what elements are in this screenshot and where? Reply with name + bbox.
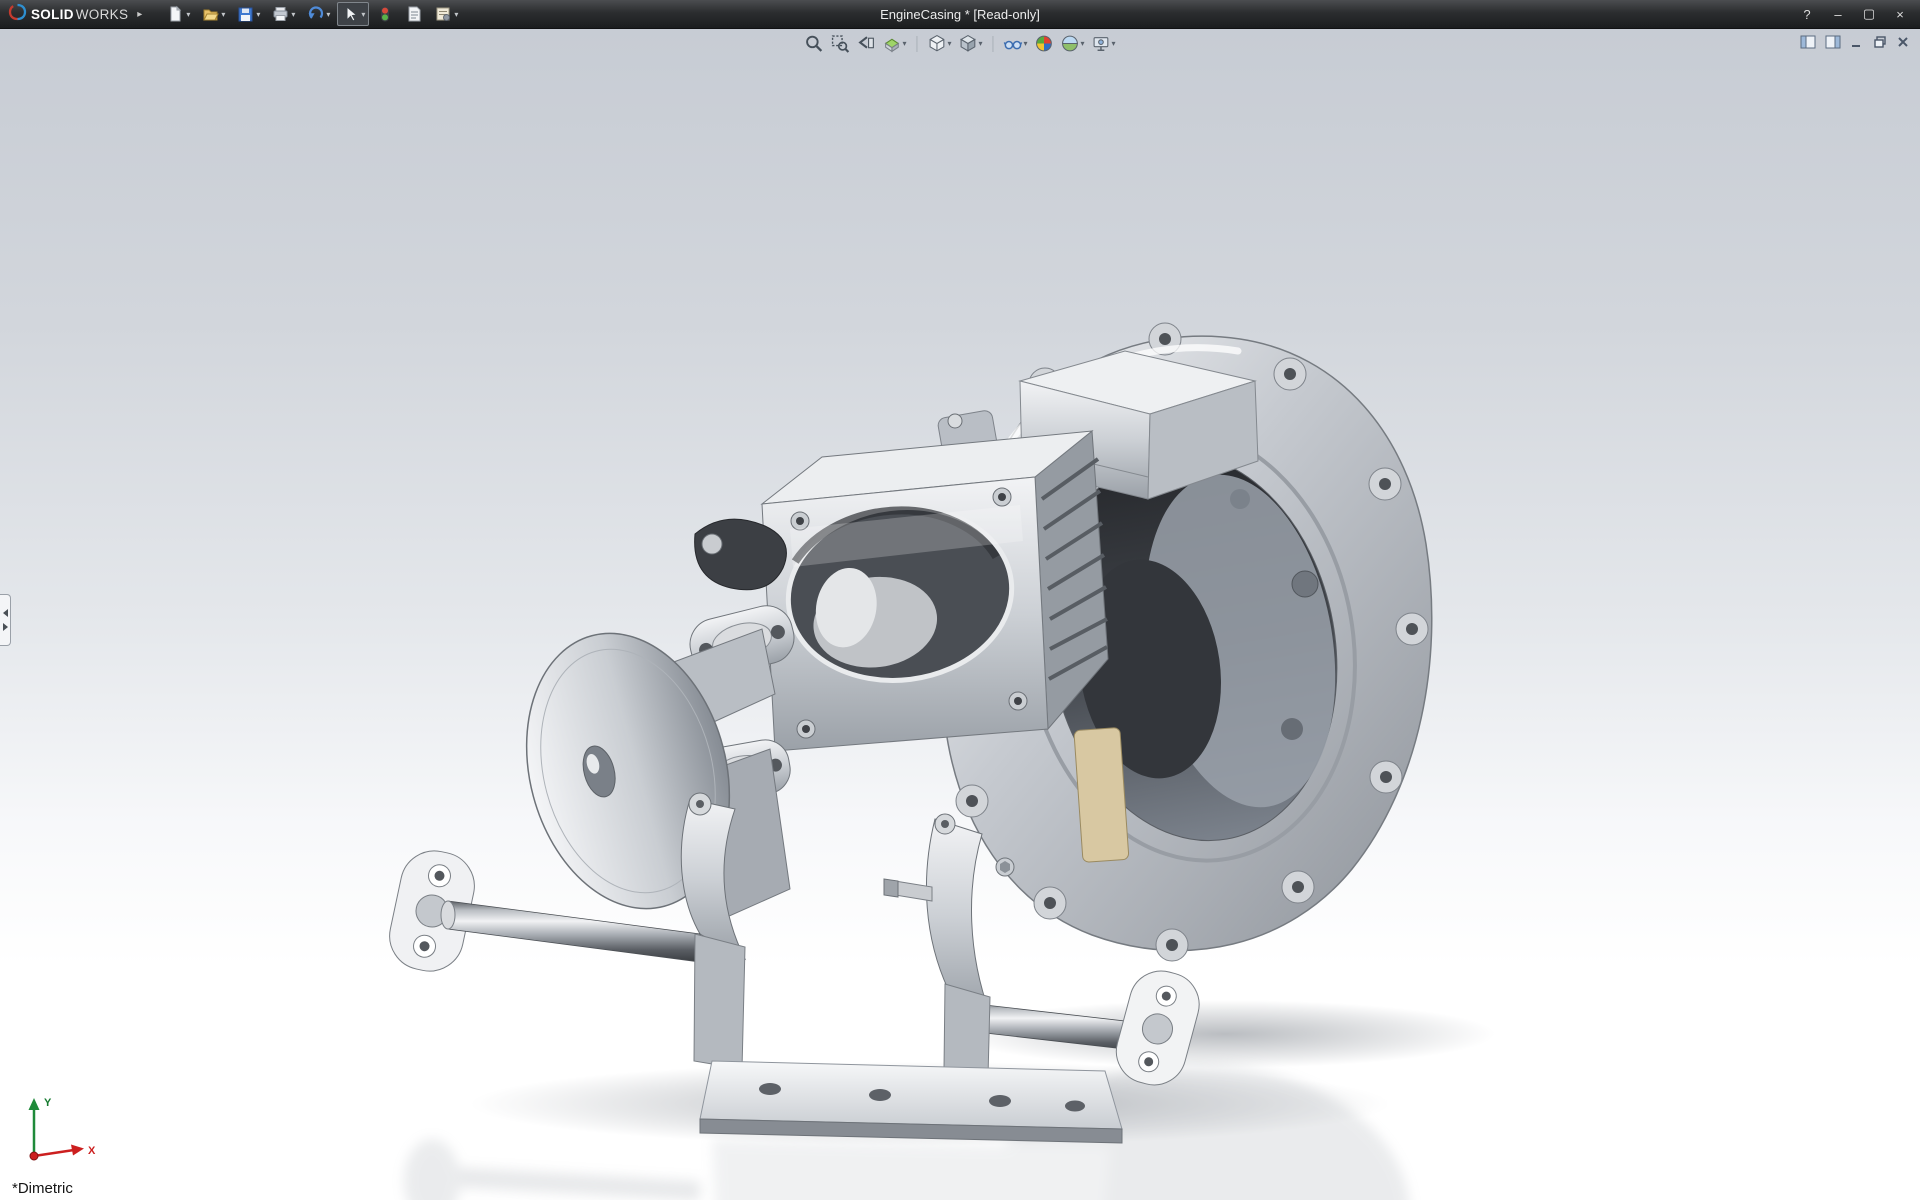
view-settings-icon [1092, 34, 1111, 53]
view-orientation-button[interactable]: ▾ [927, 34, 951, 53]
open-folder-icon [201, 5, 219, 23]
view-settings-button[interactable]: ▾ [1092, 34, 1116, 53]
hide-show-items-dropdown[interactable]: ▾ [1024, 39, 1028, 48]
section-view-dropdown[interactable]: ▾ [902, 39, 906, 48]
main-toolbar: ▾ ▾ ▾ [162, 2, 462, 26]
menu-expand-arrow[interactable]: ▸ [137, 9, 142, 20]
close-document-button[interactable] [1896, 35, 1910, 49]
zoom-to-fit-button[interactable] [804, 34, 823, 53]
select-button[interactable]: ▾ [337, 2, 369, 26]
zoom-to-fit-icon [804, 34, 823, 53]
apply-scene-dropdown[interactable]: ▾ [1081, 39, 1085, 48]
display-style-icon [958, 34, 977, 53]
save-dropdown-arrow[interactable]: ▾ [256, 10, 260, 19]
zoom-to-area-icon [830, 34, 849, 53]
rebuild-stoplight-icon [376, 5, 394, 23]
select-dropdown-arrow[interactable]: ▾ [361, 10, 365, 19]
edit-appearance-button[interactable] [1035, 34, 1054, 53]
previous-view-icon [856, 34, 875, 53]
view-orientation-label: *Dimetric [12, 1180, 73, 1197]
file-properties-button[interactable] [401, 2, 427, 26]
save-floppy-icon [236, 5, 254, 23]
options-icon [434, 5, 452, 23]
hide-show-glasses-icon [1004, 34, 1023, 53]
open-button[interactable]: ▾ [197, 2, 229, 26]
solidworks-menu[interactable]: SOLID WORKS ▸ [0, 0, 150, 28]
rebuild-button[interactable] [372, 2, 398, 26]
print-dropdown-arrow[interactable]: ▾ [291, 10, 295, 19]
toggle-right-pane-button[interactable] [1825, 35, 1841, 49]
undo-icon [306, 5, 324, 23]
solidworks-window: SOLID WORKS ▸ ▾ ▾ [0, 0, 1920, 1200]
options-dropdown-arrow[interactable]: ▾ [454, 10, 458, 19]
flyout-arrow-icon [2, 608, 9, 618]
apply-scene-icon [1061, 34, 1080, 53]
view-orientation-cube-icon [927, 34, 946, 53]
zoom-to-area-button[interactable] [830, 34, 849, 53]
brand-text-solid: SOLID [31, 7, 74, 22]
help-button[interactable]: ? [1799, 7, 1815, 22]
flyout-arrow-icon [2, 622, 9, 632]
hide-show-items-button[interactable]: ▾ [1004, 34, 1028, 53]
view-orientation-dropdown[interactable]: ▾ [947, 39, 951, 48]
print-icon [271, 5, 289, 23]
restore-document-button[interactable] [1873, 35, 1887, 49]
new-dropdown-arrow[interactable]: ▾ [186, 10, 190, 19]
new-button[interactable]: ▾ [162, 2, 194, 26]
close-button[interactable]: × [1892, 7, 1908, 22]
y-axis-arrow [29, 1098, 40, 1110]
brand-text-works: WORKS [76, 7, 129, 22]
x-axis-arrow [71, 1145, 84, 1156]
toolbar-separator [993, 36, 994, 52]
document-title: EngineCasing * [Read-only] [880, 7, 1040, 22]
undo-button[interactable]: ▾ [302, 2, 334, 26]
previous-view-button[interactable] [856, 34, 875, 53]
window-controls: ? – ▢ × [1799, 6, 1920, 22]
document-window-controls [1800, 35, 1910, 49]
print-button[interactable]: ▾ [267, 2, 299, 26]
section-view-icon [882, 34, 901, 53]
display-style-dropdown[interactable]: ▾ [978, 39, 982, 48]
toolbar-separator [916, 36, 917, 52]
x-axis-label: X [88, 1145, 96, 1157]
side-cover-disc[interactable] [497, 610, 790, 931]
minimize-button[interactable]: – [1830, 7, 1846, 22]
graphics-viewport[interactable]: ▾ ▾ ▾ [0, 29, 1920, 1200]
reference-triad: Y X [16, 1090, 102, 1174]
engine-casing-model[interactable] [0, 29, 1920, 1200]
view-settings-dropdown[interactable]: ▾ [1112, 39, 1116, 48]
minimize-document-button[interactable] [1850, 35, 1864, 49]
heads-up-view-toolbar: ▾ ▾ ▾ [804, 34, 1115, 53]
save-button[interactable]: ▾ [232, 2, 264, 26]
open-dropdown-arrow[interactable]: ▾ [221, 10, 225, 19]
select-cursor-icon [341, 5, 359, 23]
display-style-button[interactable]: ▾ [958, 34, 982, 53]
titlebar: SOLID WORKS ▸ ▾ ▾ [0, 0, 1920, 29]
toggle-left-pane-button[interactable] [1800, 35, 1816, 49]
options-button[interactable]: ▾ [430, 2, 462, 26]
undo-dropdown-arrow[interactable]: ▾ [326, 10, 330, 19]
restore-button[interactable]: ▢ [1861, 6, 1877, 22]
feature-panel-flyout-handle[interactable] [0, 594, 11, 646]
new-document-icon [166, 5, 184, 23]
section-view-button[interactable]: ▾ [882, 34, 906, 53]
z-axis-origin [30, 1152, 38, 1160]
apply-scene-button[interactable]: ▾ [1061, 34, 1085, 53]
y-axis-label: Y [44, 1097, 52, 1109]
file-properties-icon [405, 5, 423, 23]
dassault-systemes-logo-icon [8, 3, 27, 26]
edit-appearance-ball-icon [1035, 34, 1054, 53]
